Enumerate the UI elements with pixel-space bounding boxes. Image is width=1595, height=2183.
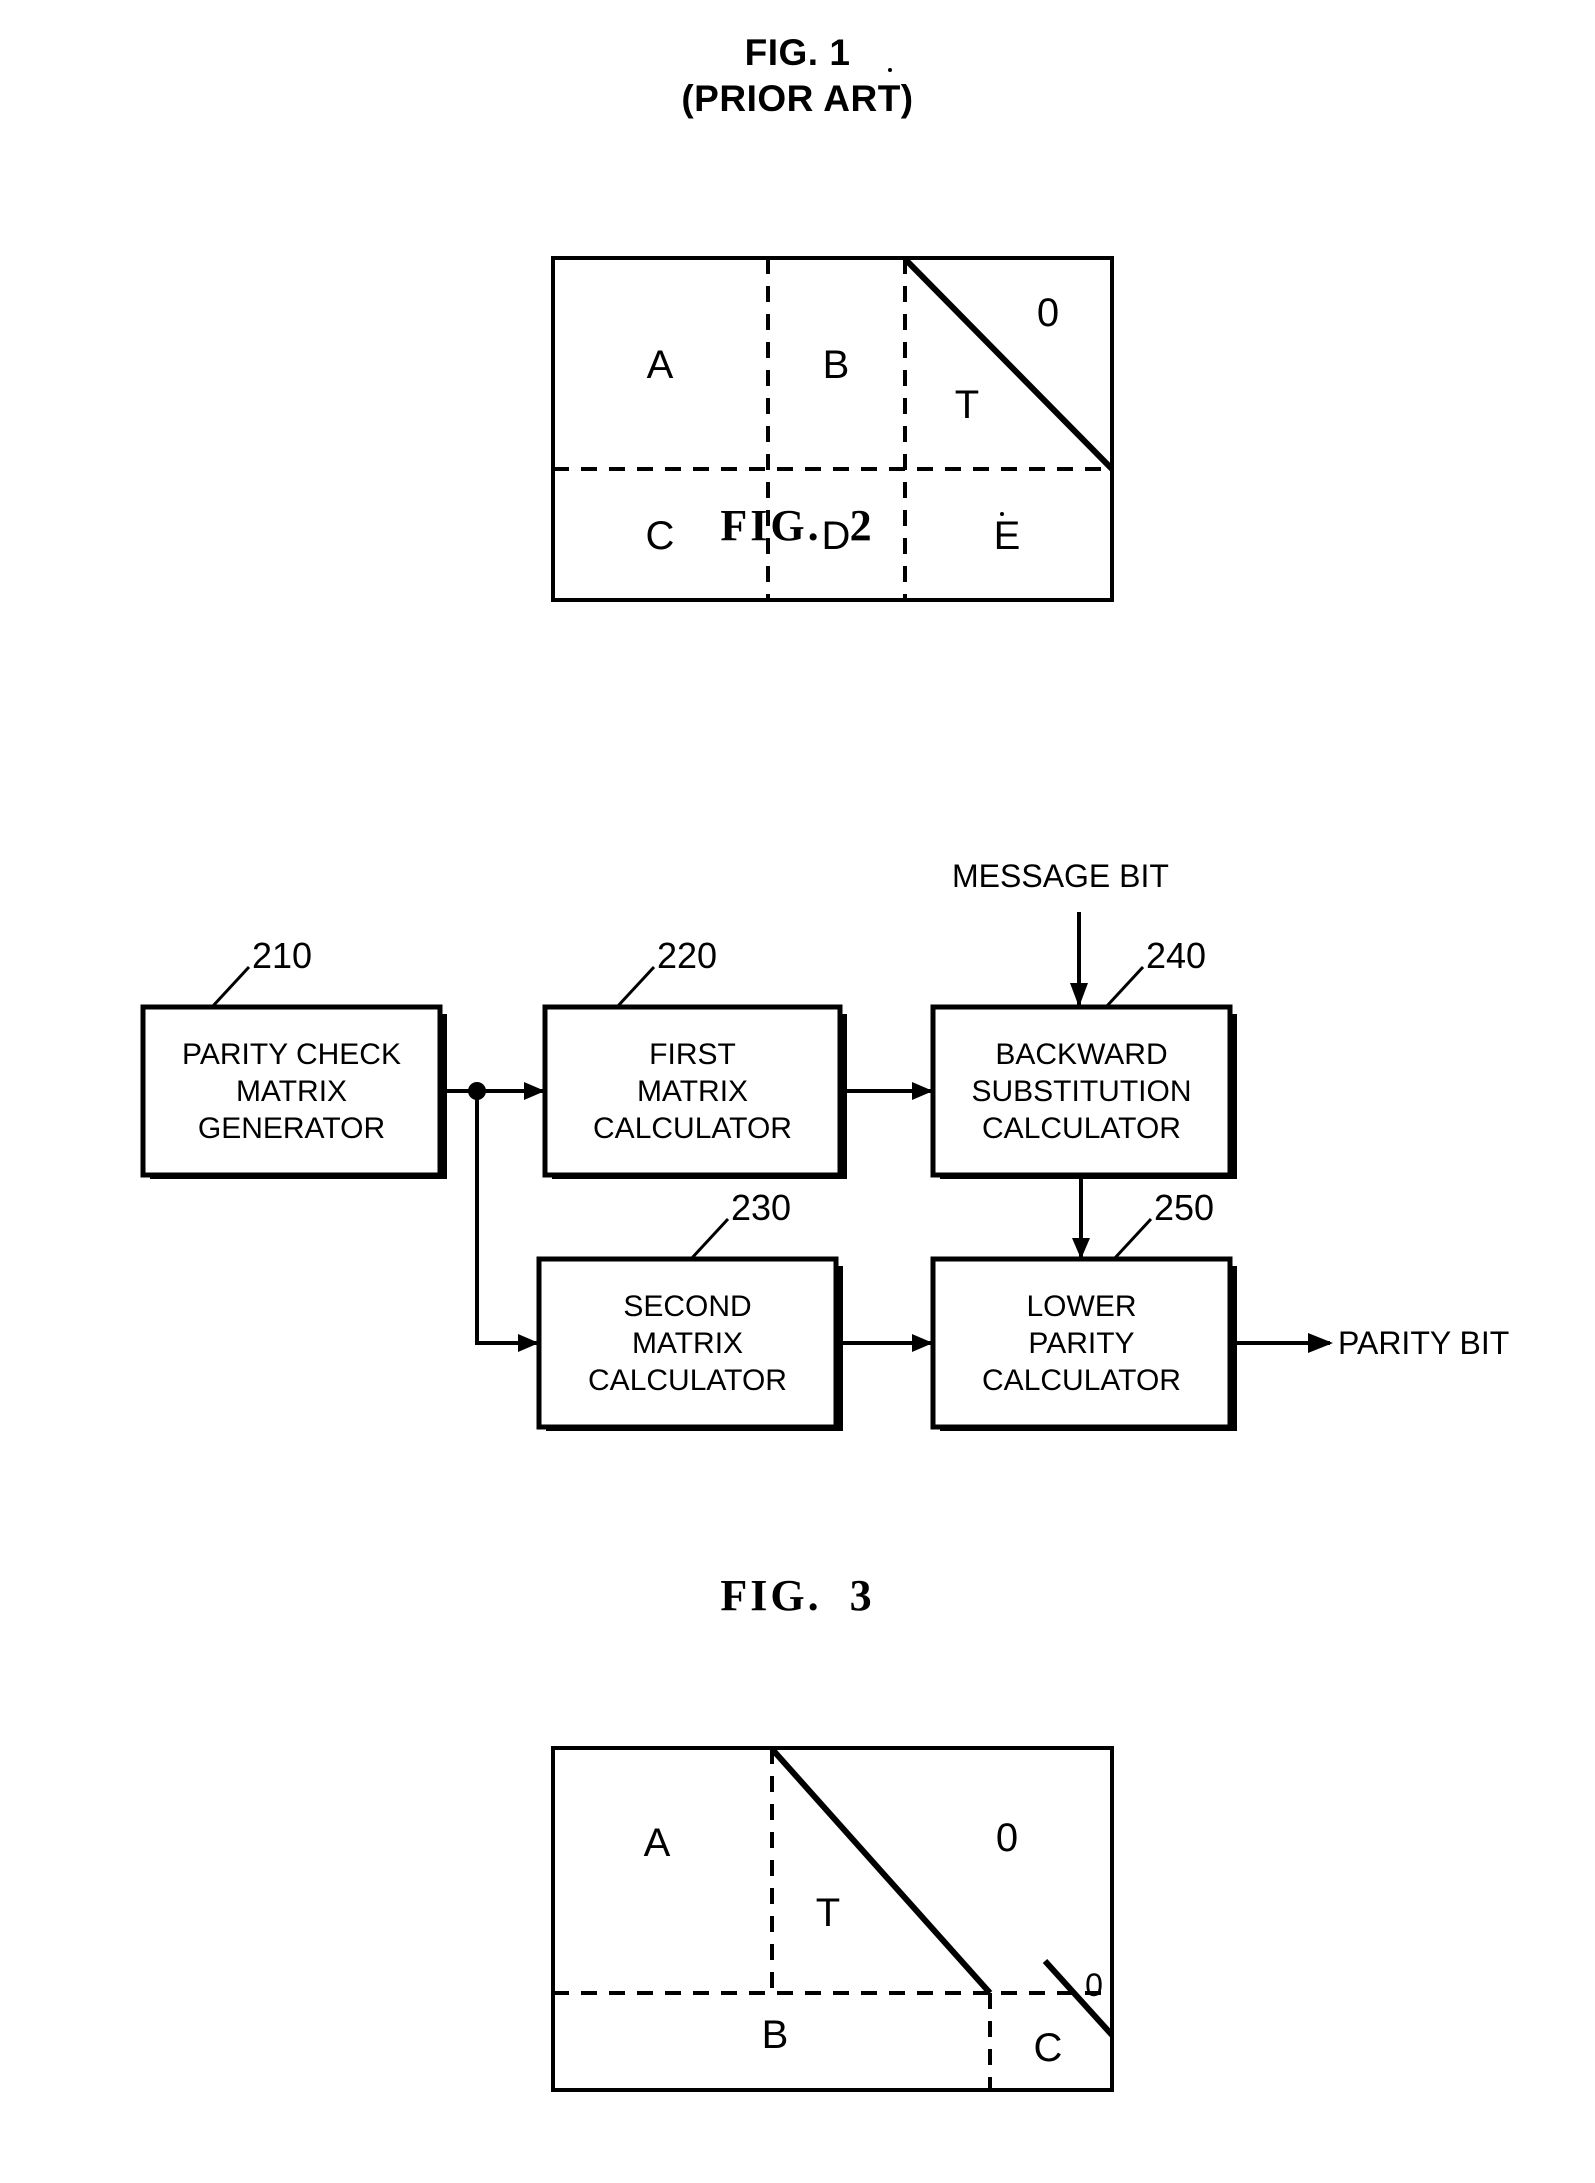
- fig1-title-line2: (PRIOR ART): [681, 78, 914, 120]
- fig1-diagonal-line: [902, 256, 1115, 472]
- fig2-speck: [1000, 512, 1004, 516]
- block-240-line3: CALCULATOR: [982, 1111, 1181, 1145]
- block-220-line3: CALCULATOR: [593, 1111, 792, 1145]
- block-230-line2: MATRIX: [631, 1326, 744, 1360]
- arrowhead-parity-bit: [1308, 1333, 1333, 1353]
- block-210-shadow-right: [440, 1014, 447, 1179]
- arrowhead-into-250-top: [1072, 1238, 1090, 1259]
- fig3-label-zero-lower: 0: [1085, 1967, 1103, 2003]
- block-240-line2: SUBSTITUTION: [971, 1074, 1192, 1108]
- ref-number-240: 240: [1146, 935, 1207, 976]
- fig3-diagonal-main: [769, 1747, 993, 1995]
- fig1-label-a: A: [647, 343, 674, 387]
- block-210-label: PARITY CHECK MATRIX GENERATOR: [143, 1007, 440, 1175]
- block-230-label: SECOND MATRIX CALCULATOR: [539, 1259, 836, 1427]
- arrowhead-into-240: [912, 1082, 933, 1100]
- block-250-label: LOWER PARITY CALCULATOR: [933, 1259, 1230, 1427]
- label-message-bit: MESSAGE BIT: [952, 858, 1169, 894]
- fig3-label-zero-upper: 0: [996, 1816, 1018, 1860]
- fig1-title: FIG. 1 (PRIOR ART): [0, 30, 1595, 123]
- arrowhead-into-250: [912, 1334, 933, 1352]
- arrowhead-into-220: [524, 1082, 545, 1100]
- fig1-label-b: B: [823, 343, 850, 387]
- ref-number-230: 230: [731, 1187, 792, 1228]
- lead-250: [1112, 1217, 1153, 1261]
- fig3-matrix-diagram: A T 0 B C 0: [551, 1746, 1115, 2092]
- block-220-line2: MATRIX: [636, 1074, 749, 1108]
- ref-number-250: 250: [1154, 1187, 1215, 1228]
- lead-230: [689, 1217, 730, 1261]
- fig1-matrix-diagram: A B 0 T C D E: [551, 256, 1115, 602]
- fig1-label-t: T: [955, 383, 979, 427]
- block-230-line1: SECOND: [623, 1289, 752, 1323]
- fig2-title: FIG. 2: [720, 501, 875, 550]
- label-parity-bit: PARITY BIT: [1338, 1325, 1510, 1361]
- block-250-shadow-right: [1230, 1266, 1237, 1431]
- block-240-label: BACKWARD SUBSTITUTION CALCULATOR: [933, 1007, 1230, 1175]
- ref-number-210: 210: [252, 935, 313, 976]
- block-250-line1: LOWER: [1026, 1289, 1137, 1323]
- arrowhead-into-230: [518, 1334, 539, 1352]
- block-250-line3: CALCULATOR: [982, 1363, 1181, 1397]
- fig1-label-zero: 0: [1037, 291, 1059, 335]
- block-240-line1: BACKWARD: [995, 1037, 1168, 1071]
- block-210-line2: MATRIX: [235, 1074, 348, 1108]
- block-240-shadow-right: [1230, 1014, 1237, 1179]
- fig3-label-b: B: [762, 2013, 789, 2057]
- lead-220: [615, 965, 656, 1009]
- lead-210: [210, 965, 251, 1009]
- arrowhead-message-bit: [1070, 983, 1088, 1007]
- fig3-label-a: A: [644, 1821, 671, 1865]
- fig1-title-line1: FIG. 1: [744, 32, 851, 73]
- block-230-shadow-right: [836, 1266, 843, 1431]
- junction-dot: [468, 1082, 486, 1100]
- block-210-line1: PARITY CHECK: [182, 1037, 401, 1071]
- block-220-line1: FIRST: [649, 1037, 736, 1071]
- block-220-shadow-right: [840, 1014, 847, 1179]
- fig3-label-t: T: [816, 1891, 840, 1935]
- wire-junction-to-230: [475, 1091, 539, 1345]
- patent-figure-page: FIG. 1 (PRIOR ART) A B 0 T C D E FIG. 2: [0, 0, 1595, 2183]
- fig3-title: FIG. 3: [720, 1571, 875, 1620]
- block-250-line2: PARITY: [1028, 1326, 1135, 1360]
- fig1-speck: [888, 68, 892, 72]
- fig3-label-c: C: [1034, 2026, 1063, 2070]
- ref-number-220: 220: [657, 935, 718, 976]
- block-220-label: FIRST MATRIX CALCULATOR: [545, 1007, 840, 1175]
- block-230-line3: CALCULATOR: [588, 1363, 787, 1397]
- block-210-line3: GENERATOR: [197, 1111, 386, 1145]
- lead-240: [1104, 965, 1145, 1009]
